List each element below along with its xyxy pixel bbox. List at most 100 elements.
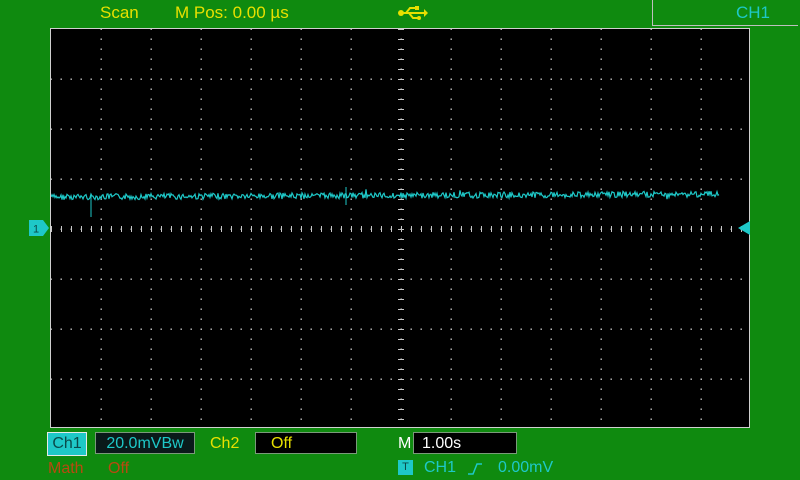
graticule-dot — [700, 148, 702, 150]
graticule-dot — [100, 118, 102, 120]
ch2-button[interactable]: Ch2 — [210, 433, 239, 455]
graticule-dot — [570, 178, 572, 180]
timebase-readout: 1.00s — [413, 432, 517, 454]
graticule-dot — [720, 278, 722, 280]
graticule-dot — [700, 138, 702, 140]
graticule-dot — [731, 226, 732, 232]
graticule-dot — [211, 226, 212, 232]
graticule-dot — [161, 226, 162, 232]
math-label[interactable]: Math — [48, 460, 84, 478]
graticule-dot — [380, 278, 382, 280]
graticule-dot — [600, 68, 602, 70]
graticule-dot — [398, 159, 404, 160]
graticule-dot — [160, 278, 162, 280]
graticule-dot — [398, 239, 404, 240]
graticule-dot — [450, 418, 452, 420]
graticule-dot — [600, 338, 602, 340]
graticule-dot — [680, 328, 682, 330]
graticule-dot — [398, 389, 404, 390]
graticule-dot — [490, 278, 492, 280]
graticule-dot — [650, 408, 652, 410]
graticule-dot — [250, 158, 252, 160]
graticule-dot — [610, 178, 612, 180]
graticule-dot — [221, 226, 222, 232]
graticule-dot — [320, 178, 322, 180]
graticule-dot — [240, 328, 242, 330]
graticule-dot — [398, 129, 404, 130]
graticule-dot — [700, 258, 702, 260]
graticule-dot — [660, 378, 662, 380]
graticule-dot — [450, 298, 452, 300]
graticule-dot — [80, 378, 82, 380]
graticule-dot — [450, 168, 452, 170]
graticule-dot — [430, 278, 432, 280]
graticule-dot — [90, 378, 92, 380]
graticule-dot — [640, 78, 642, 80]
graticule-dot — [120, 378, 122, 380]
graticule-dot — [200, 408, 202, 410]
graticule-dot — [398, 29, 404, 30]
graticule-dot — [130, 378, 132, 380]
graticule-dot — [620, 328, 622, 330]
graticule-dot — [200, 218, 202, 220]
graticule-dot — [480, 378, 482, 380]
graticule-dot — [670, 328, 672, 330]
graticule-dot — [600, 308, 602, 310]
graticule-dot — [700, 358, 702, 360]
graticule-dot — [100, 58, 102, 60]
graticule-dot — [250, 418, 252, 420]
graticule-dot — [240, 128, 242, 130]
graticule-dot — [230, 128, 232, 130]
graticule-dot — [190, 178, 192, 180]
graticule-dot — [650, 38, 652, 40]
graticule-dot — [350, 258, 352, 260]
graticule-dot — [141, 226, 142, 232]
graticule-dot — [270, 328, 272, 330]
graticule-dot — [200, 158, 202, 160]
graticule-dot — [700, 328, 702, 330]
graticule-dot — [500, 128, 502, 130]
graticule-dot — [550, 408, 552, 410]
graticule-dot — [300, 128, 302, 130]
graticule-dot — [500, 178, 502, 180]
graticule-dot — [260, 78, 262, 80]
graticule-dot — [550, 298, 552, 300]
graticule-dot — [450, 148, 452, 150]
graticule-dot — [700, 248, 702, 250]
graticule-dot — [350, 158, 352, 160]
graticule-dot — [150, 138, 152, 140]
channel-menu-tab[interactable]: CH1 — [652, 0, 798, 26]
graticule-dot — [381, 226, 382, 232]
graticule-dot — [730, 328, 732, 330]
graticule-dot — [630, 328, 632, 330]
graticule-dot — [340, 128, 342, 130]
graticule-dot — [260, 128, 262, 130]
graticule-dot — [450, 48, 452, 50]
graticule-dot — [650, 248, 652, 250]
graticule-dot — [550, 368, 552, 370]
graticule-dot — [600, 348, 602, 350]
graticule-dot — [200, 378, 202, 380]
graticule-dot — [200, 308, 202, 310]
graticule-dot — [220, 378, 222, 380]
graticule-dot — [200, 88, 202, 90]
graticule-dot — [170, 78, 172, 80]
graticule-dot — [600, 418, 602, 420]
graticule-dot — [390, 378, 392, 380]
graticule-dot — [660, 328, 662, 330]
graticule-dot — [350, 358, 352, 360]
graticule-dot — [431, 226, 432, 232]
graticule-dot — [398, 309, 404, 310]
graticule-dot — [690, 278, 692, 280]
graticule-dot — [170, 178, 172, 180]
graticule-dot — [300, 29, 302, 30]
graticule-dot — [530, 78, 532, 80]
graticule-dot — [620, 78, 622, 80]
graticule-dot — [680, 378, 682, 380]
graticule-dot — [250, 48, 252, 50]
graticule-dot — [450, 348, 452, 350]
graticule-dot — [700, 58, 702, 60]
ch1-button[interactable]: Ch1 — [47, 432, 87, 456]
graticule-dot — [398, 169, 404, 170]
graticule-dot — [200, 128, 202, 130]
